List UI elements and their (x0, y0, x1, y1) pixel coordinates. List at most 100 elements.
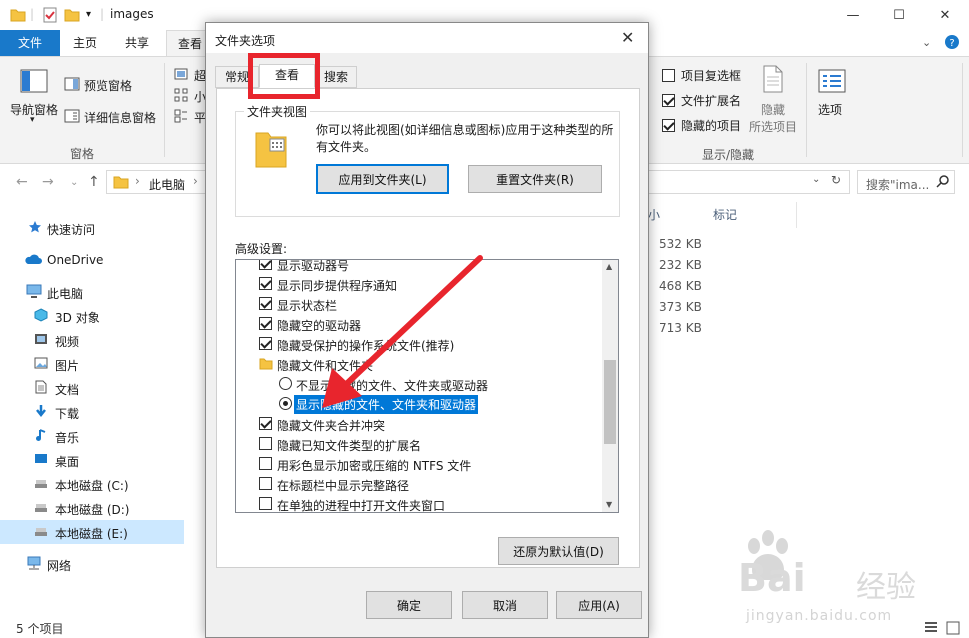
new-folder-icon[interactable] (64, 7, 80, 23)
extra-large-icons-icon[interactable] (174, 68, 188, 80)
file-extensions-checkbox[interactable] (662, 94, 675, 107)
nav-item-drive-e[interactable]: 本地磁盘 (E:) (0, 520, 184, 544)
checkbox[interactable] (259, 317, 272, 330)
breadcrumb-separator-icon[interactable]: › (135, 174, 140, 188)
item-checkboxes-label[interactable]: 项目复选框 (681, 67, 741, 84)
qat-dropdown-icon[interactable]: ▾ (86, 9, 91, 20)
up-icon[interactable]: ↑ (88, 174, 100, 190)
hide-selected-label-2[interactable]: 所选项目 (749, 118, 797, 135)
nav-item-music[interactable]: 音乐 (0, 424, 184, 448)
cancel-button[interactable]: 取消 (462, 591, 548, 619)
checkbox[interactable] (259, 260, 272, 270)
dialog-close-button[interactable]: ✕ (621, 28, 634, 47)
nav-item-this-pc[interactable]: 此电脑 (0, 280, 184, 304)
list-item[interactable]: 隐藏已知文件类型的扩展名 (236, 434, 602, 454)
download-icon (34, 404, 48, 418)
small-icons-icon[interactable] (174, 88, 188, 102)
search-input[interactable]: 搜索"ima... (866, 176, 929, 193)
checkbox[interactable] (259, 477, 272, 490)
annotation-arrow-icon (322, 255, 483, 408)
folder-icon[interactable] (10, 7, 26, 23)
reset-folders-button[interactable]: 重置文件夹(R) (468, 165, 602, 193)
cube-icon (34, 308, 48, 322)
checkbox[interactable] (259, 417, 272, 430)
checkbox[interactable] (259, 497, 272, 510)
tab-share[interactable]: 共享 (112, 30, 162, 56)
hidden-items-label[interactable]: 隐藏的项目 (681, 117, 741, 134)
breadcrumb-this-pc[interactable]: 此电脑 (149, 176, 185, 193)
nav-item-desktop[interactable]: 桌面 (0, 448, 184, 472)
breadcrumb-separator-icon[interactable]: › (193, 174, 198, 188)
tab-file[interactable]: 文件 (0, 30, 60, 56)
minimize-button[interactable]: — (830, 0, 876, 30)
preview-pane-label[interactable]: 预览窗格 (84, 77, 132, 94)
scroll-down-icon[interactable]: ▼ (606, 500, 612, 509)
nav-item-videos[interactable]: 视频 (0, 328, 184, 352)
tab-view-dialog[interactable]: 查看 (259, 64, 315, 88)
nav-item-documents[interactable]: 文档 (0, 376, 184, 400)
back-icon[interactable]: ← (16, 174, 28, 190)
nav-item-network[interactable]: 网络 (0, 552, 184, 576)
options-icon[interactable] (818, 69, 846, 93)
column-header-tags[interactable]: 标记 (713, 206, 737, 223)
nav-pane-icon[interactable] (20, 69, 48, 93)
list-item[interactable]: 在标题栏中显示完整路径 (236, 474, 602, 494)
details-pane-label[interactable]: 详细信息窗格 (84, 109, 156, 126)
drive-icon (34, 500, 48, 514)
divider-icon: | (100, 7, 105, 21)
nav-item-drive-d[interactable]: 本地磁盘 (D:) (0, 496, 184, 520)
checkbox[interactable] (259, 457, 272, 470)
checkbox[interactable] (259, 277, 272, 290)
hidden-items-checkbox[interactable] (662, 119, 675, 132)
item-checkboxes-checkbox[interactable] (662, 69, 675, 82)
details-pane-icon[interactable] (64, 109, 80, 123)
nav-pane-dropdown-icon[interactable]: ▾ (30, 115, 35, 125)
address-dropdown-icon[interactable]: ⌄ (812, 174, 820, 185)
nav-item-pictures[interactable]: 图片 (0, 352, 184, 376)
close-window-button[interactable]: ✕ (922, 0, 968, 30)
nav-item-onedrive[interactable]: OneDrive (0, 248, 184, 272)
forward-icon[interactable]: → (42, 174, 54, 190)
nav-item-3d-objects[interactable]: 3D 对象 (0, 304, 184, 328)
scrollbar-thumb[interactable] (604, 360, 616, 444)
search-box[interactable]: 搜索"ima... (857, 170, 955, 194)
ribbon-collapse-icon[interactable]: ⌄ (922, 36, 931, 49)
recent-dropdown-icon[interactable]: ⌄ (70, 177, 78, 188)
scroll-up-icon[interactable]: ▲ (606, 262, 612, 271)
advanced-settings-label: 高级设置: (235, 242, 288, 256)
refresh-icon[interactable]: ↻ (831, 173, 841, 187)
cloud-icon (24, 252, 42, 266)
checkbox[interactable] (259, 437, 272, 450)
radio-button[interactable] (279, 397, 292, 410)
tab-search[interactable]: 搜索 (315, 66, 357, 88)
help-icon[interactable]: ? (944, 34, 960, 50)
nav-item-drive-c[interactable]: 本地磁盘 (C:) (0, 472, 184, 496)
tiles-icon[interactable] (174, 109, 188, 123)
tab-home[interactable]: 主页 (62, 30, 108, 56)
hide-selected-icon[interactable] (762, 65, 784, 93)
divider-icon: | (30, 7, 35, 21)
file-extensions-label[interactable]: 文件扩展名 (681, 92, 741, 109)
restore-defaults-button[interactable]: 还原为默认值(D) (498, 537, 619, 565)
maximize-button[interactable]: ☐ (876, 0, 922, 30)
list-scrollbar[interactable]: ▲ ▼ (602, 260, 618, 512)
hide-selected-label[interactable]: 隐藏 (761, 101, 785, 118)
list-item[interactable]: 用彩色显示加密或压缩的 NTFS 文件 (236, 454, 602, 474)
search-icon[interactable] (936, 174, 950, 188)
nav-item-downloads[interactable]: 下载 (0, 400, 184, 424)
column-header-size[interactable]: 小 (648, 206, 660, 223)
dialog-title: 文件夹选项 (215, 34, 276, 48)
apply-to-folders-button[interactable]: 应用到文件夹(L) (316, 164, 449, 194)
nav-item-quick-access[interactable]: 快速访问 (0, 216, 184, 240)
watermark-brand: Bai (738, 556, 806, 600)
preview-pane-icon[interactable] (64, 77, 80, 91)
radio-button[interactable] (279, 377, 292, 390)
apply-button[interactable]: 应用(A) (556, 591, 642, 619)
svg-text:?: ? (949, 38, 954, 49)
properties-icon[interactable] (42, 7, 58, 23)
checkbox[interactable] (259, 337, 272, 350)
checkbox[interactable] (259, 297, 272, 310)
list-item[interactable]: 在单独的进程中打开文件夹窗口 (236, 494, 602, 512)
ok-button[interactable]: 确定 (366, 591, 452, 619)
options-label[interactable]: 选项 (818, 101, 842, 118)
